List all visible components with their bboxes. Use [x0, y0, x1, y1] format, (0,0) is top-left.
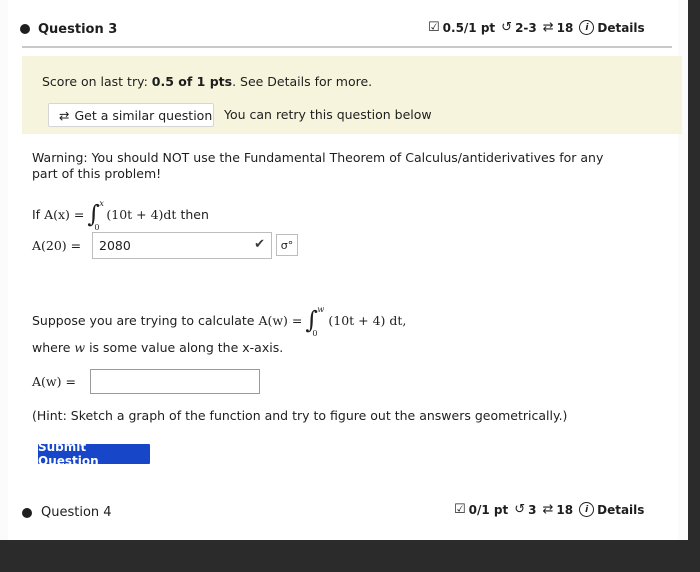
score-panel: Score on last try: 0.5 of 1 pts. See Det… [22, 56, 682, 134]
integral-sign: ∫ w 0 [305, 305, 325, 338]
definition-row: If A(x) = ∫ x 0 (10t + 4)dt then [32, 199, 209, 232]
question-meta: ☑ 0.5/1 pt ↺ 2-3 ⇄ 18 i Details [428, 20, 645, 35]
suppose-integrand: (10t + 4) dt, [328, 312, 407, 328]
answer-row: A(20) = [32, 238, 81, 253]
upper-limit: x [99, 199, 104, 208]
score-amount: 0.5 of 1 pts [151, 74, 233, 89]
score-chip: ☑ 0.5/1 pt [428, 20, 495, 35]
retries-value: 18 [556, 502, 574, 517]
suppose-lhs: A(w) = [258, 312, 303, 328]
info-icon: i [579, 20, 595, 35]
repeat-icon: ⇄ [59, 107, 70, 123]
integrand: (10t + 4)dt [106, 206, 177, 222]
details-label: Details [597, 20, 645, 35]
integral-sign: ∫ x 0 [87, 199, 104, 232]
then-label: then [180, 206, 209, 222]
score-summary: Score on last try: 0.5 of 1 pts. See Det… [42, 74, 372, 89]
math-editor-label: σ° [280, 238, 294, 252]
retries-value: 18 [556, 20, 574, 35]
question-header: Question 3 ☑ 0.5/1 pt ↺ 2-3 ⇄ 18 i Detai… [8, 12, 678, 46]
question-title: Question 3 [38, 22, 118, 37]
answer-lhs: A(20) = [32, 238, 82, 253]
score-prefix: Score on last try: [42, 74, 152, 89]
similar-question-button[interactable]: ⇄ Get a similar question [48, 103, 214, 127]
details-label: Details [597, 502, 645, 517]
suppose-row: Suppose you are trying to calculate A(w)… [32, 305, 407, 338]
info-icon: i [579, 502, 595, 517]
lower-limit: 0 [94, 223, 100, 232]
header-divider [22, 46, 672, 48]
score-value: 0.5/1 pt [442, 20, 496, 35]
similar-question-label: Get a similar question [74, 107, 213, 123]
score-suffix: . See Details for more. [232, 74, 373, 89]
details-link[interactable]: i Details [579, 502, 644, 517]
aw-lhs: A(w) = [32, 374, 76, 389]
repeat-icon: ⇄ [542, 20, 554, 35]
next-question-header[interactable]: Question 4 ☑ 0/1 pt ↺ 3 ⇄ 18 i Details [8, 498, 678, 528]
hint-text: (Hint: Sketch a graph of the function an… [32, 408, 568, 423]
repeat-icon: ⇄ [542, 502, 554, 517]
next-question-title: Question 4 [41, 505, 112, 520]
checkbox-icon: ☑ [428, 20, 440, 35]
where-variable: w [74, 340, 86, 355]
score-chip: ☑ 0/1 pt [454, 502, 508, 517]
lower-limit: 0 [312, 329, 318, 338]
submit-question-button[interactable]: Submit Question [38, 440, 150, 468]
retry-text: You can retry this question below [224, 107, 432, 122]
screen: Question 3 ☑ 0.5/1 pt ↺ 2-3 ⇄ 18 i Detai… [0, 0, 688, 540]
where-text: where [32, 340, 71, 355]
details-link[interactable]: i Details [579, 20, 645, 35]
retries-chip: ⇄ 18 [543, 20, 574, 35]
answer-field-aw[interactable] [90, 369, 260, 394]
definition-lhs: A(x) = [44, 206, 85, 222]
attempts-value: 2-3 [515, 20, 537, 35]
score-value: 0/1 pt [468, 502, 509, 517]
checkbox-icon: ☑ [454, 502, 466, 517]
next-question-meta: ☑ 0/1 pt ↺ 3 ⇄ 18 i Details [454, 502, 644, 517]
attempts-value: 3 [528, 502, 537, 517]
upper-limit: w [317, 305, 325, 314]
refresh-icon: ↺ [501, 20, 513, 35]
refresh-icon: ↺ [514, 502, 526, 517]
attempts-chip: ↺ 3 [514, 502, 536, 517]
math-editor-button[interactable]: σ° [276, 234, 298, 256]
warning-text: Warning: You should NOT use the Fundamen… [32, 150, 604, 181]
retries-chip: ⇄ 18 [543, 502, 574, 517]
aw-row: A(w) = [32, 374, 76, 389]
where-row: where w is some value along the x-axis. [32, 340, 283, 355]
question-bullet [20, 24, 30, 34]
where-rest: is some value along the x-axis. [89, 340, 284, 355]
question-card: Question 3 ☑ 0.5/1 pt ↺ 2-3 ⇄ 18 i Detai… [8, 0, 682, 540]
question-bullet [22, 508, 32, 518]
attempts-chip: ↺ 2-3 [501, 20, 537, 35]
if-label: If [32, 206, 41, 222]
checkmark-icon: ✔ [254, 237, 265, 252]
answer-value: 2080 [99, 238, 131, 253]
suppose-text: Suppose you are trying to calculate [32, 312, 255, 328]
answer-field-a20[interactable]: 2080 ✔ [92, 232, 272, 259]
